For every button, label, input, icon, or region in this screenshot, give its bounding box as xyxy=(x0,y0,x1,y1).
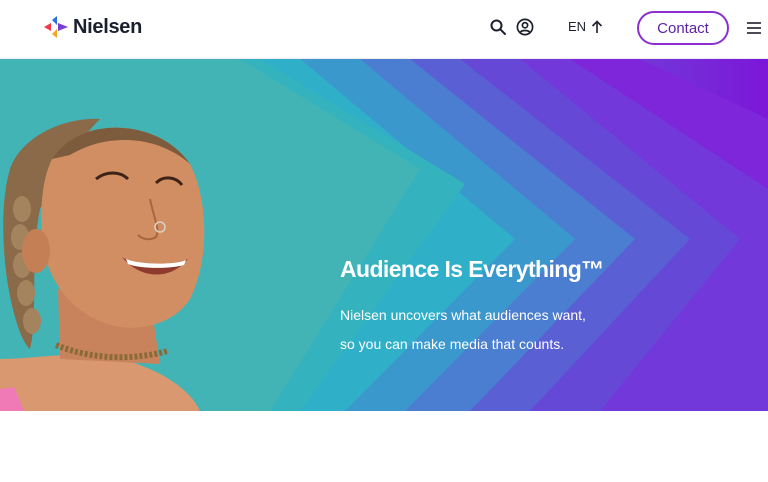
woman-portrait-image xyxy=(0,118,205,411)
language-selector[interactable]: EN xyxy=(568,19,603,34)
nielsen-logo[interactable]: Nielsen xyxy=(44,16,142,38)
hero-subtext-line-2: so you can make media that counts. xyxy=(340,336,565,352)
site-header: Nielsen EN Contact xyxy=(0,0,768,59)
logo-text: Nielsen xyxy=(73,16,143,38)
hero-headline: Audience Is Everything™ xyxy=(340,256,604,282)
hero-banner: Audience Is Everything™ Nielsen uncovers… xyxy=(0,59,768,411)
hamburger-menu-icon[interactable] xyxy=(746,20,762,36)
language-label: EN xyxy=(568,19,587,34)
nielsen-logo-icon xyxy=(44,16,68,38)
arrow-up-icon xyxy=(591,19,603,33)
hero-subtext-line-1: Nielsen uncovers what audiences want, xyxy=(340,307,586,323)
contact-button[interactable]: Contact xyxy=(637,11,729,45)
user-account-icon[interactable] xyxy=(516,18,534,36)
search-icon[interactable] xyxy=(489,18,507,36)
